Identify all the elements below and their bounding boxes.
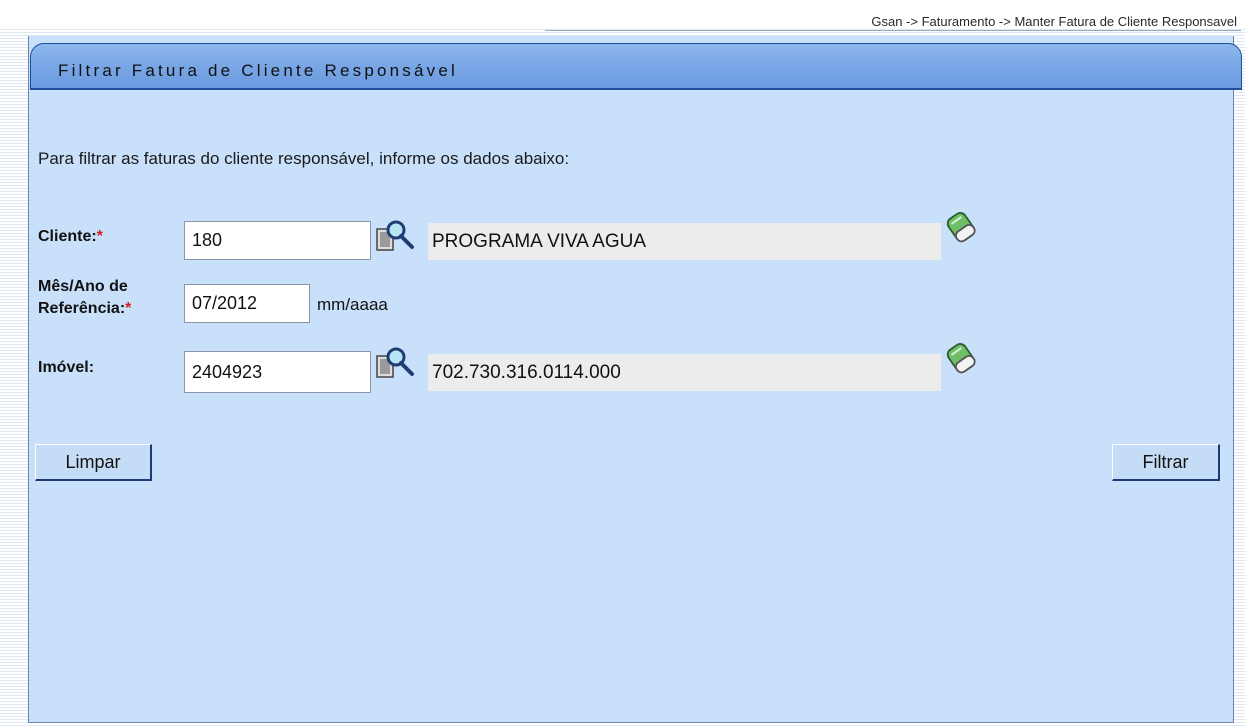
search-icon[interactable] — [374, 218, 416, 254]
mes-ano-input[interactable]: 07/2012 — [184, 284, 310, 323]
required-mark: * — [125, 300, 132, 317]
date-format-hint: mm/aaaa — [317, 295, 388, 314]
cliente-description: PROGRAMA VIVA AGUA — [428, 223, 941, 260]
mes-ano-label: Mês/Ano de Referência:* — [38, 278, 132, 317]
imovel-description: 702.730.316.0114.000 — [428, 354, 941, 391]
instruction-text: Para filtrar as faturas do cliente respo… — [38, 149, 570, 168]
breadcrumb-underline — [545, 30, 1241, 31]
cliente-input[interactable]: 180 — [184, 221, 371, 260]
page-title: Filtrar Fatura de Cliente Responsável — [58, 61, 458, 80]
clear-button[interactable]: Limpar — [35, 444, 152, 481]
breadcrumb: Gsan -> Faturamento -> Manter Fatura de … — [871, 14, 1237, 29]
filter-button[interactable]: Filtrar — [1112, 444, 1220, 481]
imovel-input[interactable]: 2404923 — [184, 351, 371, 393]
title-bar-divider — [30, 88, 1242, 89]
eraser-icon[interactable] — [944, 209, 978, 245]
required-mark: * — [96, 228, 103, 245]
imovel-label: Imóvel: — [38, 359, 95, 376]
eraser-icon[interactable] — [944, 340, 978, 376]
cliente-label: Cliente:* — [38, 228, 103, 245]
search-icon[interactable] — [374, 345, 416, 381]
